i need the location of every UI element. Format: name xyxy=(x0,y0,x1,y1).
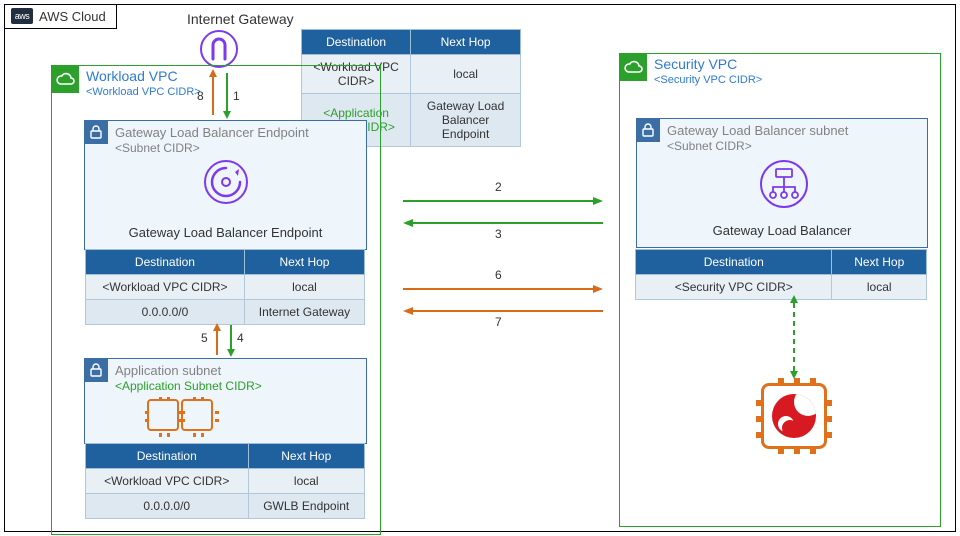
glbe-caption: Gateway Load Balancer Endpoint xyxy=(85,225,366,240)
arrow-step-2 xyxy=(403,195,603,207)
glbe-subnet-title: Gateway Load Balancer Endpoint xyxy=(115,125,309,140)
step-4-label: 4 xyxy=(237,331,244,345)
rt-header-next: Next Hop xyxy=(248,444,365,469)
app-subnet-cidr: <Application Subnet CIDR> xyxy=(115,379,262,393)
glb-subnet: Gateway Load Balancer subnet <Subnet CID… xyxy=(636,118,928,248)
gateway-load-balancer-icon xyxy=(759,159,809,209)
glbe-endpoint-icon xyxy=(203,159,249,205)
step-6-label: 6 xyxy=(495,268,502,282)
application-instances-icon xyxy=(147,399,213,431)
route-table-app: DestinationNext Hop <Workload VPC CIDR>l… xyxy=(85,443,365,519)
rt-cell: Internet Gateway xyxy=(244,300,364,325)
arrow-glb-appliance xyxy=(788,295,800,379)
rt-cell: Gateway Load Balancer Endpoint xyxy=(411,94,521,147)
glb-subnet-title: Gateway Load Balancer subnet xyxy=(667,123,848,138)
glbe-subnet: Gateway Load Balancer Endpoint <Subnet C… xyxy=(84,120,367,250)
internet-gateway-icon xyxy=(199,29,239,69)
security-vpc-cidr: <Security VPC CIDR> xyxy=(654,74,762,86)
internet-gateway-label: Internet Gateway xyxy=(187,11,294,27)
glb-caption: Gateway Load Balancer xyxy=(637,223,927,238)
rt-header-dest: Destination xyxy=(86,250,245,275)
glb-subnet-cidr: <Subnet CIDR> xyxy=(667,139,752,153)
rt-cell: GWLB Endpoint xyxy=(248,494,365,519)
arrow-step-6 xyxy=(403,283,603,295)
security-appliance-icon xyxy=(761,383,827,449)
rt-cell: local xyxy=(411,55,521,94)
rt-cell: <Security VPC CIDR> xyxy=(636,275,832,300)
rt-header-next: Next Hop xyxy=(832,250,927,275)
aws-cloud-label: AWS Cloud xyxy=(39,9,106,24)
rt-cell: 0.0.0.0/0 xyxy=(86,300,245,325)
step-2-label: 2 xyxy=(495,180,502,194)
rt-cell: local xyxy=(832,275,927,300)
vpc-cloud-icon xyxy=(51,65,79,93)
arrow-step-4 xyxy=(225,323,237,357)
subnet-lock-icon xyxy=(84,120,108,144)
subnet-lock-icon xyxy=(636,118,660,142)
step-3-label: 3 xyxy=(495,227,502,241)
subnet-lock-icon xyxy=(84,358,108,382)
step-7-label: 7 xyxy=(495,315,502,329)
rt-header-dest: Destination xyxy=(86,444,249,469)
rt-cell: local xyxy=(244,275,364,300)
application-subnet: Application subnet <Application Subnet C… xyxy=(84,358,367,444)
app-subnet-title: Application subnet xyxy=(115,363,221,378)
step-5-label: 5 xyxy=(201,331,208,345)
arrow-step-7 xyxy=(403,305,603,317)
rt-cell: 0.0.0.0/0 xyxy=(86,494,249,519)
rt-header-dest: Destination xyxy=(636,250,832,275)
aws-logo-icon: aws xyxy=(11,8,33,24)
rt-cell: <Workload VPC CIDR> xyxy=(86,469,249,494)
rt-header-next: Next Hop xyxy=(244,250,364,275)
workload-vpc-cidr: <Workload VPC CIDR> xyxy=(86,86,201,98)
route-table-security: DestinationNext Hop <Security VPC CIDR>l… xyxy=(635,249,927,300)
rt-cell: <Workload VPC CIDR> xyxy=(86,275,245,300)
arrow-step-1 xyxy=(221,69,233,119)
step-1-label: 1 xyxy=(233,89,240,103)
rt-header-next: Next Hop xyxy=(411,30,521,55)
arrow-step-8 xyxy=(207,69,219,119)
aws-cloud-tab: aws AWS Cloud xyxy=(5,5,117,29)
rt-header-dest: Destination xyxy=(302,30,411,55)
rt-cell: local xyxy=(248,469,365,494)
glbe-subnet-cidr: <Subnet CIDR> xyxy=(115,141,200,155)
diagram-frame: aws AWS Cloud Internet Gateway Destinati… xyxy=(4,4,956,532)
arrow-step-3 xyxy=(403,217,603,229)
security-vpc-title: Security VPC xyxy=(654,56,737,72)
route-table-glbe: DestinationNext Hop <Workload VPC CIDR>l… xyxy=(85,249,365,325)
step-8-label: 8 xyxy=(197,89,204,103)
arrow-step-5 xyxy=(211,323,223,357)
vpc-cloud-icon xyxy=(619,53,647,81)
workload-vpc-title: Workload VPC xyxy=(86,68,178,84)
